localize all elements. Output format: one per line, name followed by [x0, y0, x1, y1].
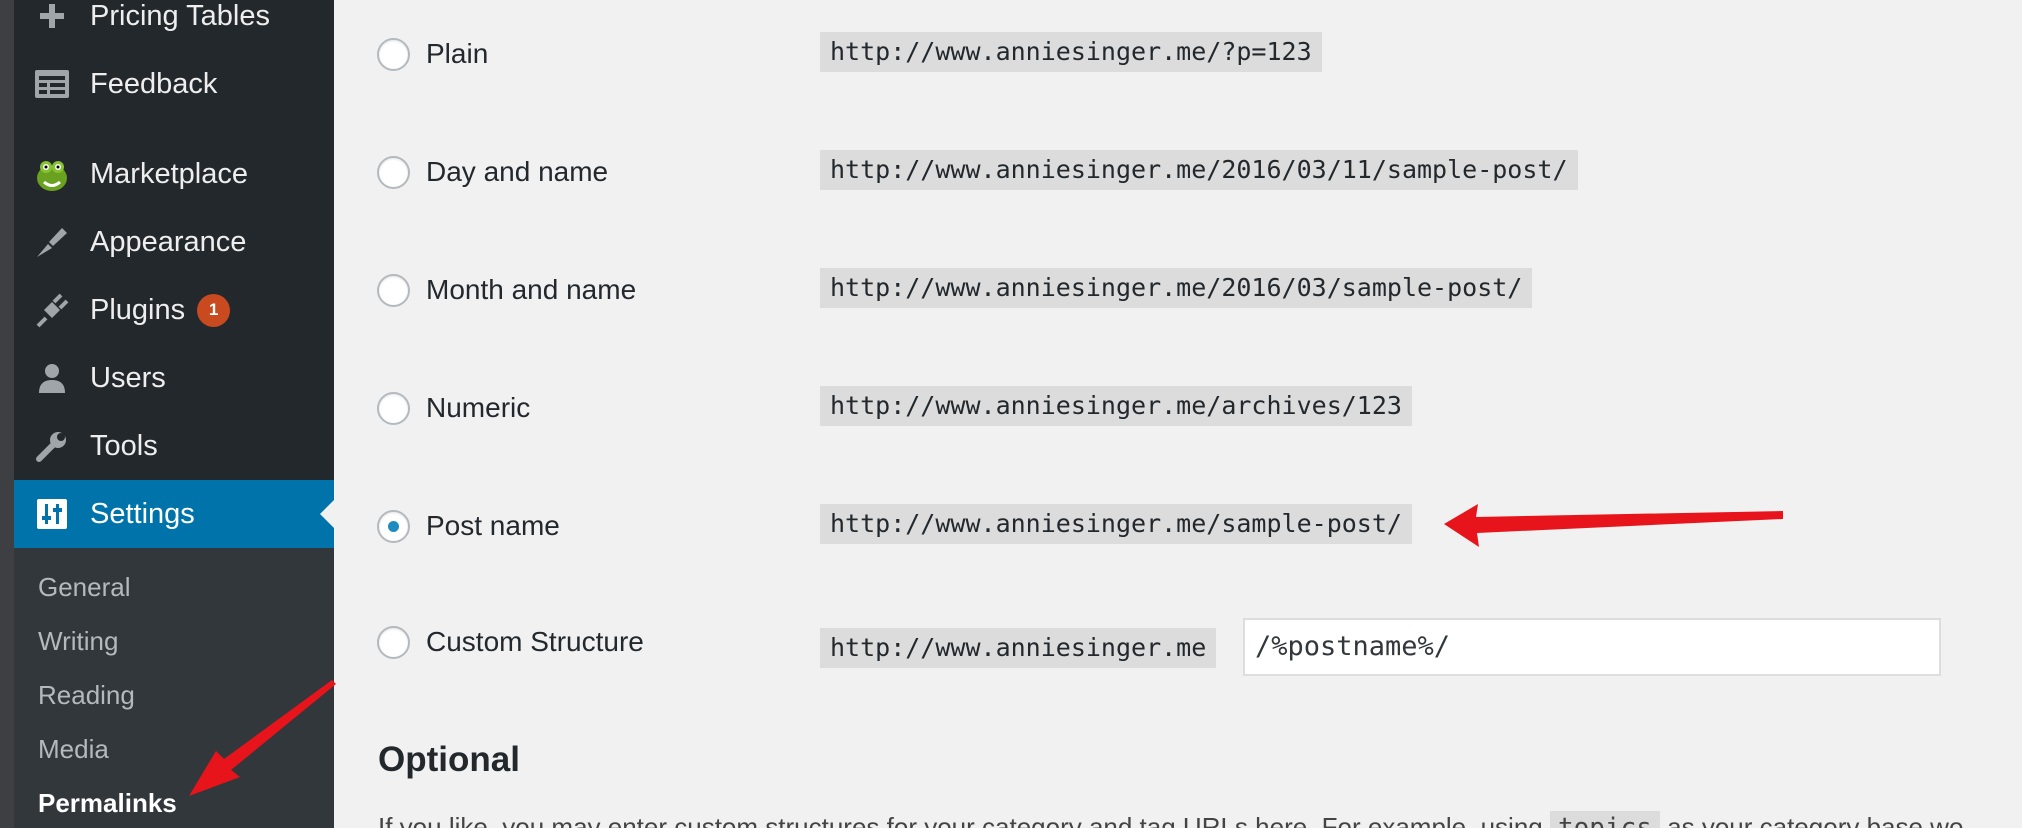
permalink-settings-main: Plain http://www.anniesinger.me/?p=123 D…: [334, 0, 2022, 828]
optional-section-title: Optional: [378, 740, 520, 779]
menu-item-users[interactable]: Users: [14, 344, 334, 412]
paintbrush-icon: [32, 222, 72, 262]
example-url: http://www.anniesinger.me/2016/03/sample…: [820, 268, 1533, 308]
admin-sidebar: Pricing Tables Feedback Marketplace Appe…: [14, 0, 334, 828]
option-label[interactable]: Numeric: [426, 392, 530, 424]
option-label[interactable]: Month and name: [426, 274, 636, 306]
permalink-option-post-name: Post name http://www.anniesinger.me/samp…: [334, 496, 2022, 556]
plus-icon: [32, 0, 72, 36]
menu-label: Pricing Tables: [90, 0, 271, 32]
submenu-item-general[interactable]: General: [38, 572, 131, 603]
settings-sliders-icon: [32, 494, 72, 534]
example-url: http://www.anniesinger.me/sample-post/: [820, 504, 1412, 544]
menu-label: Plugins: [90, 293, 186, 326]
user-icon: [32, 358, 72, 398]
submenu-item-reading[interactable]: Reading: [38, 680, 135, 711]
menu-item-tools[interactable]: Tools: [14, 412, 334, 480]
option-label[interactable]: Plain: [426, 38, 488, 70]
permalink-option-numeric: Numeric http://www.anniesinger.me/archiv…: [334, 378, 2022, 438]
menu-label: Feedback: [90, 67, 218, 100]
radio-custom-structure[interactable]: [377, 626, 410, 659]
example-url: http://www.anniesinger.me/archives/123: [820, 386, 1412, 426]
radio-month-and-name[interactable]: [377, 274, 410, 307]
menu-item-feedback[interactable]: Feedback: [14, 50, 334, 118]
radio-plain[interactable]: [377, 38, 410, 71]
menu-label: Tools: [90, 429, 158, 462]
menu-label: Settings: [90, 497, 195, 530]
window-frame-edge: [0, 0, 14, 828]
settings-submenu: General Writing Reading Media Permalinks: [14, 548, 334, 828]
menu-item-plugins[interactable]: Plugins 1: [14, 276, 334, 344]
radio-numeric[interactable]: [377, 392, 410, 425]
menu-item-pricing-tables[interactable]: Pricing Tables: [14, 0, 334, 50]
permalink-option-custom-structure: Custom Structure http://www.anniesinger.…: [334, 618, 2022, 678]
menu-label: Appearance: [90, 225, 247, 258]
desc-inline-code: topics: [1549, 811, 1660, 828]
radio-post-name[interactable]: [377, 510, 410, 543]
update-count-badge: 1: [197, 293, 231, 327]
menu-item-appearance[interactable]: Appearance: [14, 208, 334, 276]
option-label[interactable]: Custom Structure: [426, 626, 644, 658]
feedback-icon: [32, 64, 72, 104]
permalink-option-plain: Plain http://www.anniesinger.me/?p=123: [334, 24, 2022, 84]
permalink-option-day-and-name: Day and name http://www.anniesinger.me/2…: [334, 142, 2022, 202]
option-label[interactable]: Day and name: [426, 156, 608, 188]
custom-structure-input[interactable]: /%postname%/: [1243, 618, 1941, 676]
example-url: http://www.anniesinger.me/?p=123: [820, 32, 1322, 72]
permalink-option-month-and-name: Month and name http://www.anniesinger.me…: [334, 260, 2022, 320]
menu-item-settings[interactable]: Settings: [14, 480, 334, 548]
submenu-item-writing[interactable]: Writing: [38, 626, 118, 657]
optional-section-description: If you like, you may enter custom struct…: [378, 811, 1964, 828]
menu-item-marketplace[interactable]: Marketplace: [14, 140, 334, 208]
menu-label: Marketplace: [90, 157, 248, 190]
example-url: http://www.anniesinger.me/2016/03/11/sam…: [820, 150, 1578, 190]
custom-structure-base-url: http://www.anniesinger.me: [820, 628, 1217, 668]
desc-text: If you like, you may enter custom struct…: [378, 812, 1543, 828]
wrench-icon: [32, 426, 72, 466]
radio-day-and-name[interactable]: [377, 156, 410, 189]
submenu-item-media[interactable]: Media: [38, 734, 109, 765]
menu-label: Users: [90, 361, 166, 394]
desc-text: as your category base wo: [1667, 812, 1964, 828]
plug-icon: [32, 290, 72, 330]
option-label[interactable]: Post name: [426, 510, 560, 542]
submenu-item-permalinks[interactable]: Permalinks: [38, 788, 177, 819]
marketplace-mascot-icon: [32, 154, 72, 194]
